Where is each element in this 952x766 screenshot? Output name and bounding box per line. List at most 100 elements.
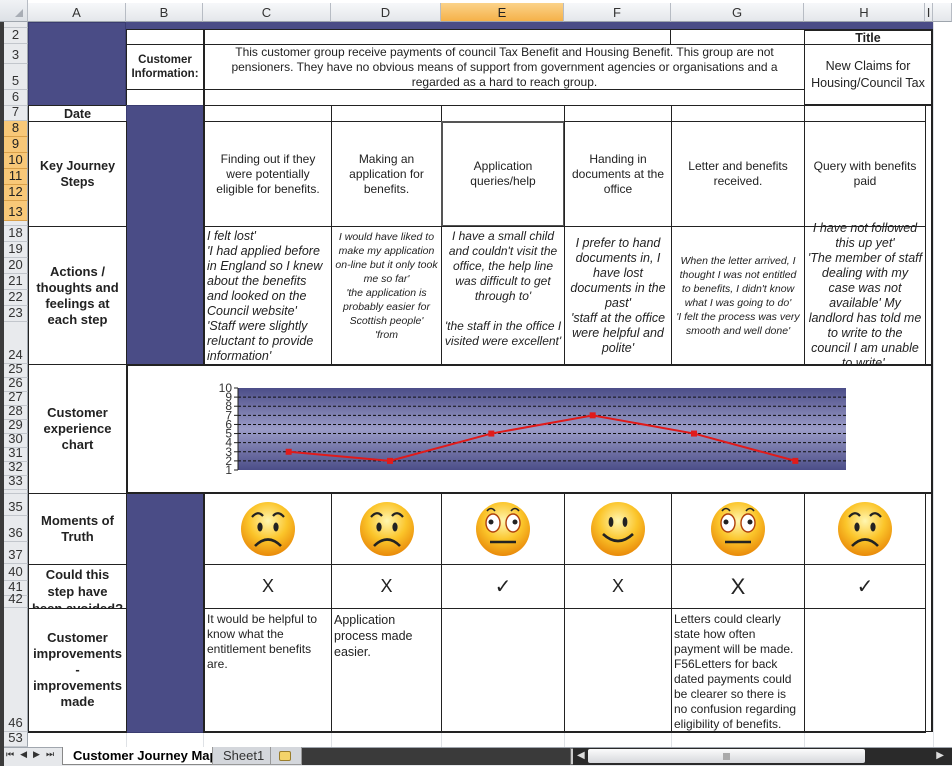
row-header[interactable]: 46 [4, 608, 28, 732]
sheet-tab-sheet1[interactable]: Sheet1 [212, 747, 276, 765]
row-header[interactable]: 24 [4, 322, 28, 364]
row-header[interactable]: 53 [4, 731, 28, 747]
data-point [589, 412, 596, 419]
insert-sheet-button[interactable] [270, 747, 302, 765]
scroll-right-icon[interactable]: ▶ [936, 750, 944, 761]
data-point [691, 430, 697, 437]
column-b-band [126, 105, 204, 365]
spreadsheet-window: A B C D E F G H I 2 3 5 6 7 8 9 10 11 12… [0, 0, 952, 766]
customer-info-label: Customer Information: [126, 44, 204, 90]
cell-g2[interactable] [670, 29, 805, 45]
column-header-f[interactable]: F [564, 3, 671, 22]
row-header[interactable]: 37 [4, 542, 28, 564]
date-cell[interactable] [203, 105, 332, 122]
column-header-h[interactable]: H [804, 3, 925, 22]
row-header[interactable]: 22 [4, 290, 28, 306]
prev-sheet-icon[interactable]: ◀ [20, 749, 27, 760]
row-header[interactable]: 23 [4, 306, 28, 322]
avoided-cell[interactable]: X [564, 564, 672, 609]
face-base [241, 502, 295, 556]
column-header-g[interactable]: G [671, 3, 804, 22]
gridline [441, 732, 442, 747]
improvement-cell[interactable] [804, 608, 926, 733]
cell-b6[interactable] [126, 89, 204, 106]
step-cell[interactable]: Making an application for benefits. [331, 121, 442, 227]
avoided-cell[interactable]: ✓ [804, 564, 926, 609]
horizontal-scrollbar[interactable]: ◀ ▶ [573, 748, 952, 765]
scrollbar-thumb[interactable] [588, 749, 865, 763]
neutral-face-icon [476, 502, 530, 556]
row-header[interactable]: 42 [4, 592, 28, 608]
row-header[interactable]: 5 [4, 64, 28, 90]
improvement-cell[interactable]: Letters could clearly state how often pa… [671, 608, 805, 733]
row-header[interactable]: 19 [4, 242, 28, 258]
mood-cell [564, 493, 672, 565]
date-cell[interactable] [564, 105, 672, 122]
quote-cell[interactable]: I would have liked to make my applicatio… [331, 226, 442, 365]
column-header-b[interactable]: B [126, 3, 203, 22]
row-header[interactable]: 33 [4, 474, 28, 490]
last-sheet-icon[interactable]: ⏭ [46, 749, 54, 760]
tab-bar-filler [302, 748, 570, 765]
step-cell[interactable]: Finding out if they were potentially eli… [203, 121, 332, 227]
row-header[interactable]: 36 [4, 516, 28, 542]
column-header-d[interactable]: D [331, 3, 441, 22]
date-cell[interactable] [331, 105, 442, 122]
avoided-cell[interactable]: X [671, 564, 805, 609]
avoided-cell[interactable]: X [331, 564, 442, 609]
title-value: New Claims for Housing/Council Tax [804, 44, 933, 106]
row-header[interactable]: 35 [4, 494, 28, 516]
row-header[interactable]: 12 [4, 185, 28, 201]
improvement-cell[interactable]: It would be helpful to know what the ent… [203, 608, 332, 733]
step-cell[interactable]: Handing in documents at the office [564, 121, 672, 227]
date-cell[interactable] [441, 105, 565, 122]
row-header[interactable]: 9 [4, 137, 28, 153]
neutral-face-icon [711, 502, 765, 556]
scroll-left-icon[interactable]: ◀ [577, 750, 585, 761]
row-header[interactable]: 8 [4, 121, 28, 137]
first-sheet-icon[interactable]: ⏮ [6, 749, 14, 760]
avoided-cell[interactable]: X [203, 564, 332, 609]
quote-cell[interactable]: I prefer to hand documents in, I have lo… [564, 226, 672, 365]
column-header-a[interactable]: A [28, 3, 126, 22]
customer-experience-chart[interactable]: 12345678910 [210, 380, 860, 480]
row-header[interactable]: 18 [4, 226, 28, 242]
cell-c2[interactable] [203, 29, 671, 45]
column-header-i[interactable]: I [925, 3, 933, 22]
mood-cell [331, 493, 442, 565]
improvement-cell[interactable]: Application process made easier. [331, 608, 442, 733]
cell-c6[interactable] [203, 89, 805, 106]
improvement-cell[interactable] [441, 608, 565, 733]
avoided-cell[interactable]: ✓ [441, 564, 565, 609]
column-header-e[interactable]: E [441, 3, 564, 22]
step-cell[interactable]: Letter and benefits received. [671, 121, 805, 227]
row-header[interactable]: 2 [4, 28, 28, 44]
face-base [476, 502, 530, 556]
row-header[interactable]: 21 [4, 274, 28, 290]
sheet-tab-customer-journey-map[interactable]: Customer Journey Map [62, 747, 229, 765]
steps-label: Key Journey Steps [28, 121, 127, 227]
cell-b2[interactable] [126, 29, 204, 45]
step-cell-selected[interactable]: Application queries/help [441, 121, 565, 227]
customer-info-text: This customer group receive payments of … [203, 44, 805, 90]
quote-cell[interactable]: I felt lost' 'I had applied before in En… [203, 226, 332, 365]
column-a-banner [28, 22, 126, 106]
date-cell[interactable] [804, 105, 926, 122]
date-cell[interactable] [671, 105, 805, 122]
quote-cell[interactable]: When the letter arrived, I thought I was… [671, 226, 805, 365]
row-header[interactable]: 20 [4, 258, 28, 274]
quote-cell[interactable]: I have a small child and couldn't visit … [441, 226, 565, 365]
next-sheet-icon[interactable]: ▶ [33, 749, 40, 760]
improvement-cell[interactable] [564, 608, 672, 733]
column-header-c[interactable]: C [203, 3, 331, 22]
gridline [126, 732, 127, 747]
row-header[interactable]: 7 [4, 105, 28, 121]
row-header[interactable]: 10 [4, 153, 28, 169]
gridline [933, 22, 934, 747]
step-cell[interactable]: Query with benefits paid [804, 121, 926, 227]
select-all-button[interactable] [0, 0, 28, 22]
row-header[interactable]: 13 [4, 201, 28, 221]
quote-cell[interactable]: I have not followed this up yet' 'The me… [804, 221, 926, 370]
row-header[interactable]: 11 [4, 169, 28, 185]
row-header[interactable]: 3 [4, 44, 28, 64]
